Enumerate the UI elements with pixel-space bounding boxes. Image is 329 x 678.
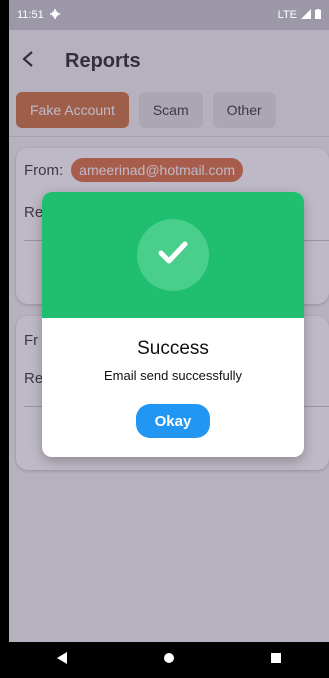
success-dialog: Success Email send successfully Okay — [42, 192, 304, 457]
status-time: 11:51 — [17, 9, 44, 21]
dialog-title: Success — [137, 338, 209, 359]
checkmark-icon — [157, 240, 189, 271]
success-circle — [137, 219, 209, 291]
signal-icon — [301, 8, 311, 22]
battery-icon — [315, 8, 321, 22]
navigation-bar — [9, 642, 329, 678]
back-nav-icon[interactable] — [56, 651, 68, 669]
recents-nav-icon[interactable] — [270, 651, 282, 669]
settings-gear-icon — [49, 8, 60, 22]
home-nav-icon[interactable] — [163, 651, 175, 669]
dialog-message: Email send successfully — [104, 368, 242, 383]
okay-button[interactable]: Okay — [136, 404, 210, 438]
screen: 11:51 LTE Reports Fake Account Scam Othe… — [9, 0, 329, 678]
dialog-header — [42, 192, 304, 318]
status-bar: 11:51 LTE — [9, 0, 329, 30]
network-label: LTE — [277, 9, 297, 21]
